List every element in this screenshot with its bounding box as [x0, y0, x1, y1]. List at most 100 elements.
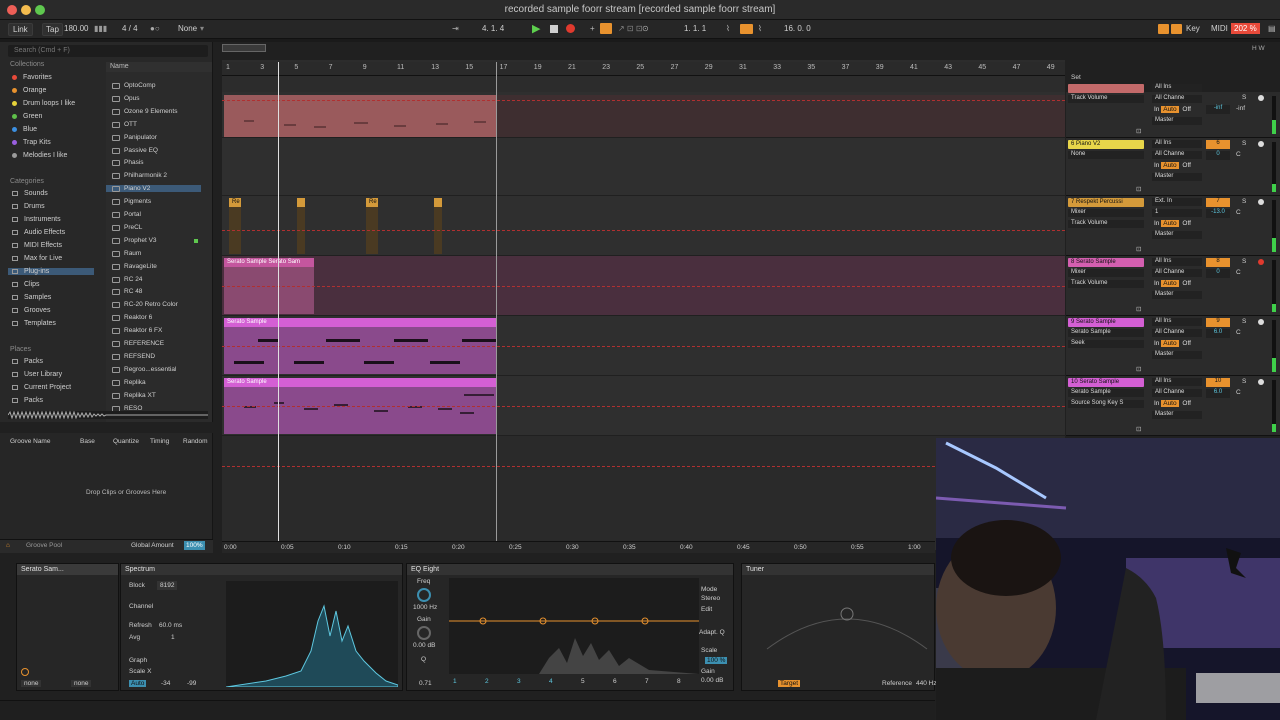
- track-pan[interactable]: C: [1236, 269, 1241, 276]
- target-button[interactable]: Target: [778, 680, 801, 687]
- spectrum-title[interactable]: Spectrum: [121, 564, 402, 575]
- eq-band-button[interactable]: 8: [677, 678, 681, 685]
- input-type-select[interactable]: All Ins: [1152, 140, 1202, 148]
- q-value[interactable]: 0.71: [419, 680, 432, 687]
- track-pan[interactable]: C: [1236, 329, 1241, 336]
- file-item[interactable]: Regroo...essential: [112, 366, 176, 373]
- output-select[interactable]: Master: [1152, 411, 1202, 419]
- key-map-button[interactable]: Key: [1186, 24, 1200, 33]
- category-item[interactable]: Instruments: [12, 216, 61, 223]
- track-pan[interactable]: C: [1236, 209, 1241, 216]
- monitor-off-button[interactable]: Off: [1179, 106, 1193, 113]
- eq-display[interactable]: [449, 578, 699, 674]
- input-channel-select[interactable]: All Channe: [1152, 151, 1202, 159]
- track-volume[interactable]: -13.0: [1206, 209, 1230, 218]
- overview-scroll[interactable]: [222, 44, 266, 52]
- overdub-icon[interactable]: +: [590, 24, 595, 33]
- monitor-off-button[interactable]: Off: [1179, 400, 1193, 407]
- tempo-field[interactable]: 180.00: [64, 24, 88, 33]
- solo-button[interactable]: S: [1242, 140, 1246, 147]
- groove-random-header[interactable]: Random: [183, 438, 208, 445]
- automation-device-select[interactable]: Mixer: [1068, 269, 1144, 277]
- nudge-icon[interactable]: ▮▮▮: [94, 24, 107, 33]
- track-pan[interactable]: C: [1236, 389, 1241, 396]
- category-item[interactable]: Sounds: [12, 190, 48, 197]
- adapt-q-button[interactable]: Adapt. Q: [699, 629, 725, 636]
- place-item[interactable]: Packs: [12, 397, 43, 404]
- place-item[interactable]: Packs: [12, 358, 43, 365]
- punch-in-icon[interactable]: ⌇: [726, 24, 730, 33]
- track-number-button[interactable]: 6: [1206, 140, 1230, 149]
- category-item[interactable]: Grooves: [12, 307, 50, 314]
- monitor-auto-button[interactable]: Auto: [1161, 220, 1179, 227]
- input-channel-select[interactable]: All Channe: [1152, 329, 1202, 337]
- file-item[interactable]: Portal: [112, 211, 141, 218]
- file-item[interactable]: Raum: [112, 250, 141, 257]
- stop-icon[interactable]: [550, 25, 558, 33]
- eq-band-button[interactable]: 7: [645, 678, 649, 685]
- collection-item[interactable]: Melodies I like: [12, 152, 67, 159]
- automation-device-select[interactable]: Serato Sample: [1068, 389, 1144, 397]
- tap-button[interactable]: Tap: [42, 23, 63, 36]
- time-signature[interactable]: 4 / 4: [122, 24, 138, 33]
- track-name[interactable]: 7 Respekt Percussi: [1068, 198, 1144, 207]
- playhead[interactable]: [278, 62, 279, 552]
- monitor-buttons[interactable]: In Auto Off: [1154, 106, 1193, 113]
- mode-value[interactable]: Stereo: [701, 595, 720, 602]
- input-channel-select[interactable]: All Channe: [1152, 95, 1202, 103]
- track-number-button[interactable]: 7: [1206, 198, 1230, 207]
- groove-timing-header[interactable]: Timing: [150, 438, 169, 445]
- monitor-off-button[interactable]: Off: [1179, 162, 1193, 169]
- groove-quantize-header[interactable]: Quantize: [113, 438, 139, 445]
- file-item[interactable]: Phasis: [112, 159, 144, 167]
- file-item[interactable]: Passive EQ: [112, 147, 158, 154]
- solo-button[interactable]: S: [1242, 378, 1246, 385]
- range-low[interactable]: -34: [161, 680, 170, 687]
- monitor-auto-button[interactable]: Auto: [1161, 162, 1179, 169]
- automation-device-select[interactable]: Mixer: [1068, 209, 1144, 217]
- follow-icon[interactable]: ⇥: [452, 24, 459, 33]
- refresh-value[interactable]: 60.0 ms: [159, 622, 182, 629]
- tuner-title[interactable]: Tuner: [742, 564, 934, 575]
- arm-icon[interactable]: [1258, 379, 1264, 385]
- monitor-off-button[interactable]: Off: [1179, 220, 1193, 227]
- track-volume[interactable]: 0: [1206, 269, 1230, 278]
- output-select[interactable]: Master: [1152, 351, 1202, 359]
- gain-knob[interactable]: [417, 626, 431, 640]
- output-select[interactable]: Master: [1152, 173, 1202, 181]
- lane-track-7[interactable]: [222, 196, 1065, 256]
- collection-item[interactable]: Orange: [12, 87, 46, 94]
- device-power-icon[interactable]: [21, 668, 29, 676]
- file-item[interactable]: RC 24: [112, 276, 142, 283]
- midi-map-button[interactable]: MIDI: [1211, 24, 1228, 33]
- automation-device-select[interactable]: None: [1068, 151, 1144, 159]
- avg-value[interactable]: 1: [171, 634, 175, 641]
- metronome-icon[interactable]: ●○: [150, 24, 160, 33]
- perc-clip-3[interactable]: Re: [366, 198, 378, 254]
- automation-param-select[interactable]: Source Song Key S: [1068, 400, 1144, 408]
- automation-device-select[interactable]: Serato Sample: [1068, 329, 1144, 337]
- preview-waveform[interactable]: [7, 410, 208, 420]
- collection-item[interactable]: Blue: [12, 126, 37, 133]
- file-item[interactable]: Replika: [112, 379, 146, 386]
- monitor-auto-button[interactable]: Auto: [1161, 400, 1179, 407]
- file-item[interactable]: REFSEND: [112, 353, 155, 360]
- file-item[interactable]: REFERENCE: [112, 340, 164, 347]
- fold-icon[interactable]: ⊡: [1136, 425, 1141, 433]
- file-item[interactable]: Ozone 9 Elements: [112, 108, 177, 115]
- track-number-button[interactable]: 8: [1206, 258, 1230, 267]
- eq-band-button[interactable]: 2: [485, 678, 489, 685]
- draw-mode-icon[interactable]: [1158, 24, 1169, 34]
- groove-drop-zone[interactable]: Drop Clips or Grooves Here: [86, 489, 166, 496]
- file-item[interactable]: RavageLite: [112, 263, 157, 270]
- eq-band-button[interactable]: 6: [613, 678, 617, 685]
- input-channel-select[interactable]: All Channe: [1152, 269, 1202, 277]
- track-volume[interactable]: 0: [1206, 151, 1230, 160]
- output-gain-value[interactable]: 0.00 dB: [701, 677, 723, 684]
- chain-select-2[interactable]: none: [71, 680, 92, 687]
- perc-clip-4[interactable]: [434, 198, 442, 254]
- keyboard-icon[interactable]: [1171, 24, 1182, 34]
- collection-item[interactable]: Favorites: [12, 74, 52, 81]
- monitor-auto-button[interactable]: Auto: [1161, 280, 1179, 287]
- monitor-buttons[interactable]: In Auto Off: [1154, 280, 1193, 287]
